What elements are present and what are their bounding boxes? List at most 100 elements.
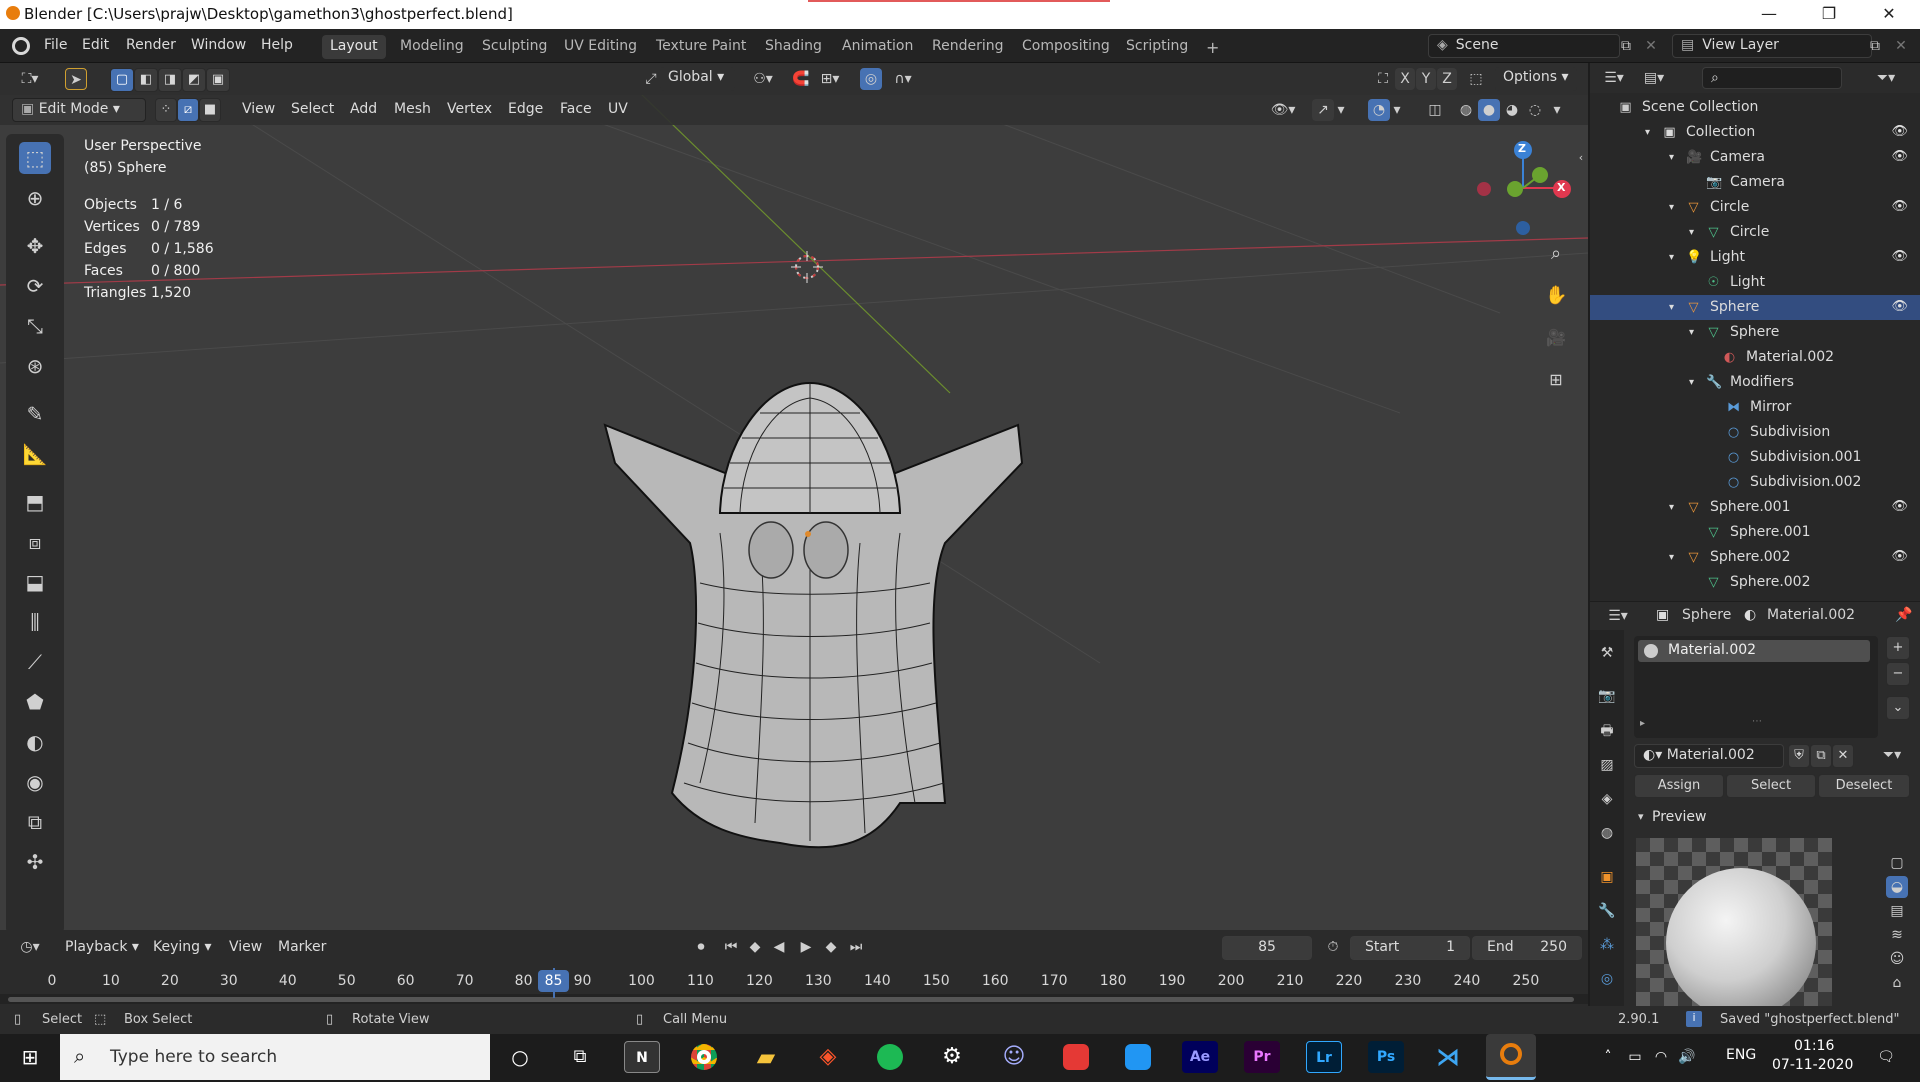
lightroom-icon[interactable]: Lr: [1306, 1041, 1342, 1073]
outliner-scene-collection[interactable]: ▣ Scene Collection: [1590, 95, 1920, 120]
preview-sphere-icon[interactable]: ◒: [1886, 876, 1908, 898]
remove-slot-icon[interactable]: −: [1886, 662, 1910, 686]
blender-menu-icon[interactable]: [12, 37, 30, 55]
task-view-icon[interactable]: ⧉: [562, 1041, 598, 1073]
shading-dropdown-icon[interactable]: ▾: [1550, 99, 1564, 121]
move-tool-icon[interactable]: ✥: [19, 230, 51, 262]
playhead-frame[interactable]: 85: [538, 970, 569, 992]
preview-hair-icon[interactable]: ≋: [1886, 924, 1908, 946]
visibility-icon[interactable]: 👁▾: [1265, 99, 1301, 121]
visibility-eye-icon[interactable]: 👁: [1891, 199, 1908, 214]
modifier-properties-icon[interactable]: 🔧: [1596, 900, 1618, 922]
cursor-tool-icon[interactable]: ⊕: [19, 182, 51, 214]
mode-dropdown[interactable]: ▣ Edit Mode ▾: [12, 98, 146, 122]
outliner-row[interactable]: ○ Subdivision.001: [1590, 445, 1920, 470]
outliner-row[interactable]: ▾ ▽ Sphere.001 👁: [1590, 495, 1920, 520]
jump-start-icon[interactable]: ⏮: [720, 936, 742, 958]
tab-texture-paint[interactable]: Texture Paint: [648, 35, 754, 59]
add-workspace-button[interactable]: +: [1198, 35, 1227, 59]
taskbar-search-box[interactable]: ⌕ Type here to search: [60, 1034, 490, 1080]
unlink-material-icon[interactable]: ✕: [1832, 744, 1854, 768]
zoom-icon[interactable]: ⌕: [1545, 243, 1567, 265]
vscode-icon[interactable]: ⋊: [1430, 1041, 1466, 1073]
overlays-dropdown-icon[interactable]: ▾: [1390, 99, 1404, 121]
transform-tool-icon[interactable]: ⊛: [19, 350, 51, 382]
pan-hand-icon[interactable]: ✋: [1545, 285, 1567, 307]
expand-arrow-icon[interactable]: ▾: [1664, 150, 1679, 165]
clock-time[interactable]: 01:16: [1794, 1038, 1834, 1054]
tray-overflow-icon[interactable]: ˄: [1598, 1041, 1618, 1073]
output-properties-icon[interactable]: 🖶: [1596, 720, 1618, 742]
tab-sculpting[interactable]: Sculpting: [474, 35, 555, 59]
spin-tool-icon[interactable]: ◐: [19, 726, 51, 758]
new-scene-icon[interactable]: ⧉: [1615, 35, 1637, 57]
wifi-icon[interactable]: ◠: [1650, 1041, 1672, 1073]
outliner-row[interactable]: ○ Subdivision: [1590, 420, 1920, 445]
auto-merge-icon[interactable]: ⬚: [1465, 68, 1487, 90]
expand-arrow-icon[interactable]: ▾: [1684, 325, 1699, 340]
expand-arrow-icon[interactable]: ▾: [1664, 500, 1679, 515]
menu-help[interactable]: Help: [261, 37, 293, 53]
duplicate-material-icon[interactable]: ⧉: [1810, 744, 1832, 768]
gizmo-dropdown-icon[interactable]: ▾: [1334, 99, 1348, 121]
particles-properties-icon[interactable]: ⁂: [1596, 934, 1618, 956]
tab-layout[interactable]: Layout: [322, 35, 386, 59]
select-mode-new-icon[interactable]: ▢: [110, 68, 134, 92]
material-shading-icon[interactable]: ◕: [1501, 99, 1523, 121]
preview-world-icon[interactable]: ⌂: [1886, 972, 1908, 994]
outliner-row[interactable]: ▽ Sphere.002: [1590, 570, 1920, 595]
delete-view-layer-icon[interactable]: ✕: [1890, 35, 1912, 57]
outliner-row[interactable]: ▾ ▽ Sphere.002 👁: [1590, 545, 1920, 570]
preview-panel-header[interactable]: ▾ Preview: [1634, 806, 1920, 832]
expand-arrow-icon[interactable]: ▾: [1664, 200, 1679, 215]
deselect-button[interactable]: Deselect: [1818, 774, 1910, 798]
slot-specials-icon[interactable]: ⌄: [1886, 696, 1910, 720]
outliner-row[interactable]: ▾ ▽ Circle 👁: [1590, 195, 1920, 220]
tab-scripting[interactable]: Scripting: [1118, 35, 1196, 59]
tab-compositing[interactable]: Compositing: [1014, 35, 1118, 59]
scene-properties-icon[interactable]: ◈: [1596, 788, 1618, 810]
expand-arrow-icon[interactable]: ▾: [1684, 375, 1699, 390]
tab-modeling[interactable]: Modeling: [392, 35, 472, 59]
expand-arrow-icon[interactable]: ▾: [1664, 550, 1679, 565]
expand-arrow-icon[interactable]: ▾: [1664, 250, 1679, 265]
outliner-row[interactable]: ▾ ▣ Collection 👁: [1590, 120, 1920, 145]
transform-orientation-dropdown[interactable]: Global ▾: [660, 67, 735, 91]
render-properties-icon[interactable]: 📷: [1596, 685, 1618, 707]
menu-window[interactable]: Window: [191, 37, 246, 53]
current-frame-field[interactable]: 85: [1222, 936, 1312, 960]
editor-type-icon[interactable]: ⛶▾: [12, 68, 48, 90]
menu-edit[interactable]: Edit: [82, 37, 109, 53]
gizmo-toggle-icon[interactable]: ↗: [1312, 99, 1334, 121]
scrollbar-thumb[interactable]: [8, 997, 1574, 1002]
assign-button[interactable]: Assign: [1634, 774, 1724, 798]
outliner-row[interactable]: ▾ ▽ Sphere 👁: [1590, 295, 1920, 320]
menu-playback[interactable]: Playback ▾: [65, 939, 139, 955]
tool-properties-icon[interactable]: ⚒: [1596, 642, 1618, 664]
whatsapp-icon[interactable]: [1058, 1041, 1094, 1073]
resize-handle-icon[interactable]: ⋯: [1752, 716, 1762, 727]
axis-z-toggle[interactable]: Z: [1437, 68, 1457, 90]
3d-viewport[interactable]: Z X User Perspective (85) Sphere Objects…: [0, 63, 1588, 930]
scene-selector[interactable]: ◈ Scene: [1428, 34, 1620, 58]
pivot-point-icon[interactable]: ⚇▾: [745, 68, 781, 90]
maximize-button[interactable]: ❐: [1801, 0, 1857, 29]
solid-shading-icon[interactable]: ●: [1478, 99, 1500, 121]
fake-user-icon[interactable]: ⛨: [1788, 744, 1810, 768]
world-properties-icon[interactable]: ◍: [1596, 822, 1618, 844]
expand-arrow-icon[interactable]: ▾: [1640, 125, 1655, 140]
jump-end-icon[interactable]: ⏭: [845, 936, 867, 958]
inset-tool-icon[interactable]: ⧈: [19, 526, 51, 558]
xray-toggle-icon[interactable]: ◫: [1424, 99, 1446, 121]
overlays-toggle-icon[interactable]: ◔: [1368, 99, 1390, 121]
knife-tool-icon[interactable]: ⟋: [19, 646, 51, 678]
steam-icon[interactable]: ⚙: [934, 1041, 970, 1073]
menu-file[interactable]: File: [44, 37, 67, 53]
object-properties-icon[interactable]: ▣: [1596, 866, 1618, 888]
instagram-icon[interactable]: [1120, 1041, 1156, 1073]
add-slot-icon[interactable]: +: [1886, 636, 1910, 660]
material-slot-row[interactable]: Material.002: [1638, 640, 1870, 662]
language-indicator[interactable]: ENG: [1726, 1047, 1756, 1063]
cortana-icon[interactable]: ○: [502, 1041, 538, 1073]
outliner-row[interactable]: 📷 Camera: [1590, 170, 1920, 195]
